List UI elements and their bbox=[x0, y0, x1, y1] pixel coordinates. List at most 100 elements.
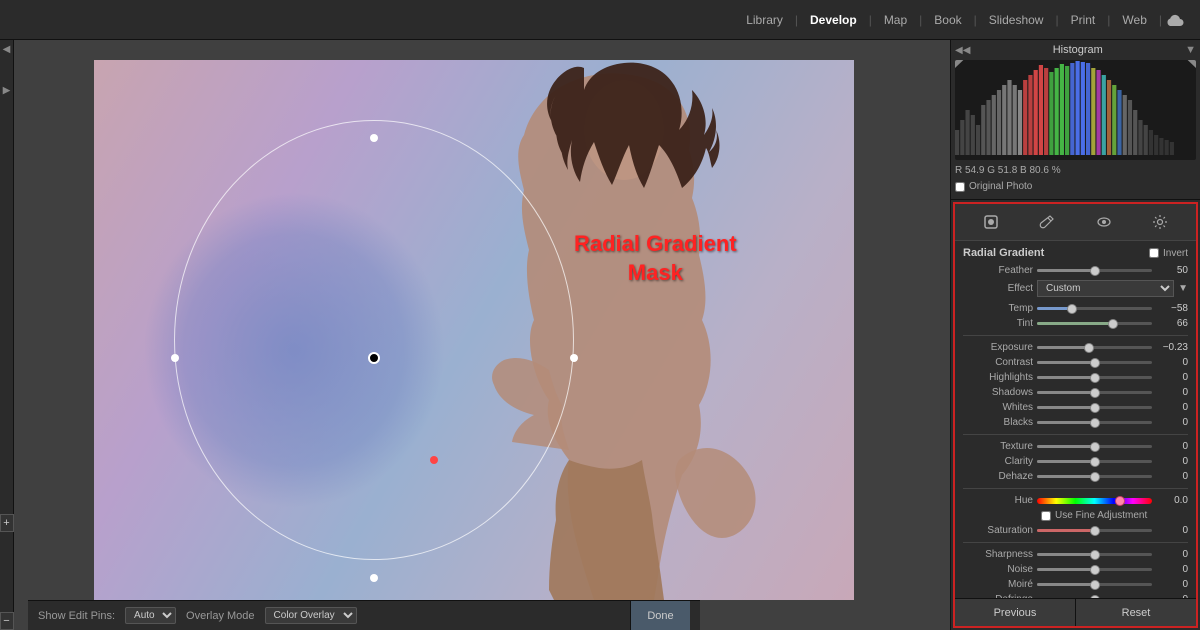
blacks-slider[interactable] bbox=[1037, 421, 1152, 424]
effect-arrow[interactable]: ▼ bbox=[1178, 283, 1188, 294]
histogram-section: ◀◀ Histogram ▼ bbox=[951, 40, 1200, 200]
noise-slider[interactable] bbox=[1037, 568, 1152, 571]
dehaze-label: Dehaze bbox=[963, 471, 1033, 482]
temp-value: −58 bbox=[1156, 303, 1188, 314]
eye-tool-btn[interactable] bbox=[1092, 210, 1116, 234]
nav-library[interactable]: Library bbox=[738, 9, 791, 31]
highlights-label: Highlights bbox=[963, 372, 1033, 383]
bottom-bar: Show Edit Pins: Auto Overlay Mode Color … bbox=[28, 600, 700, 630]
sharpness-slider[interactable] bbox=[1037, 553, 1152, 556]
show-edit-pins-dropdown[interactable]: Auto bbox=[125, 607, 176, 624]
blacks-value: 0 bbox=[1156, 417, 1188, 428]
contrast-row: Contrast 0 bbox=[963, 357, 1188, 368]
brush-tool-btn[interactable] bbox=[1035, 210, 1059, 234]
sharpness-value: 0 bbox=[1156, 549, 1188, 560]
divider-4 bbox=[963, 542, 1188, 543]
histogram-menu[interactable]: ▼ bbox=[1185, 44, 1196, 56]
right-panel-inner: Radial Gradient Invert Feather 50 bbox=[953, 202, 1198, 628]
whites-slider[interactable] bbox=[1037, 406, 1152, 409]
moire-slider[interactable] bbox=[1037, 583, 1152, 586]
effect-label: Effect bbox=[963, 283, 1033, 294]
gear-tool-btn[interactable] bbox=[1148, 210, 1172, 234]
nav-print[interactable]: Print bbox=[1063, 9, 1104, 31]
nav-book[interactable]: Book bbox=[926, 9, 969, 31]
ctrl-point-right[interactable] bbox=[570, 354, 578, 362]
divider-2 bbox=[963, 434, 1188, 435]
clarity-value: 0 bbox=[1156, 456, 1188, 467]
invert-label[interactable]: Invert bbox=[1163, 248, 1188, 259]
invert-checkbox[interactable] bbox=[1149, 248, 1159, 258]
collapse-left-arrow[interactable]: ◀ bbox=[3, 44, 11, 55]
original-photo-checkbox[interactable] bbox=[955, 182, 965, 192]
exposure-value: −0.23 bbox=[1156, 342, 1188, 353]
nav-develop[interactable]: Develop bbox=[802, 9, 865, 31]
moire-value: 0 bbox=[1156, 579, 1188, 590]
histogram-canvas bbox=[955, 60, 1196, 160]
fine-adjustment-label[interactable]: Use Fine Adjustment bbox=[1055, 510, 1147, 521]
zoom-out-btn[interactable]: − bbox=[0, 612, 14, 630]
ctrl-point-rotate[interactable] bbox=[430, 456, 438, 464]
highlights-value: 0 bbox=[1156, 372, 1188, 383]
whites-value: 0 bbox=[1156, 402, 1188, 413]
top-navigation: Library | Develop | Map | Book | Slidesh… bbox=[0, 0, 1200, 40]
zoom-in-btn[interactable]: + bbox=[0, 514, 14, 532]
dehaze-slider[interactable] bbox=[1037, 475, 1152, 478]
saturation-value: 0 bbox=[1156, 525, 1188, 536]
ctrl-point-top[interactable] bbox=[370, 134, 378, 142]
cloud-icon[interactable] bbox=[1166, 11, 1184, 29]
exposure-slider[interactable] bbox=[1037, 346, 1152, 349]
shadows-label: Shadows bbox=[963, 387, 1033, 398]
hue-value: 0.0 bbox=[1156, 495, 1188, 506]
nav-map[interactable]: Map bbox=[876, 9, 915, 31]
contrast-label: Contrast bbox=[963, 357, 1033, 368]
contrast-slider[interactable] bbox=[1037, 361, 1152, 364]
effect-row: Effect Custom ▼ bbox=[963, 280, 1188, 297]
temp-slider[interactable] bbox=[1037, 307, 1152, 310]
texture-row: Texture 0 bbox=[963, 441, 1188, 452]
texture-slider[interactable] bbox=[1037, 445, 1152, 448]
divider-3 bbox=[963, 488, 1188, 489]
mask-label: Radial Gradient Mask bbox=[574, 230, 737, 287]
overlay-mode-label: Overlay Mode bbox=[186, 610, 254, 622]
panel-collapse-arrows[interactable]: ◀◀ bbox=[955, 45, 970, 56]
whites-row: Whites 0 bbox=[963, 402, 1188, 413]
ctrl-point-left[interactable] bbox=[171, 354, 179, 362]
texture-label: Texture bbox=[963, 441, 1033, 452]
highlights-row: Highlights 0 bbox=[963, 372, 1188, 383]
moire-row: Moiré 0 bbox=[963, 579, 1188, 590]
main-layout: ◀ ◀ + − bbox=[0, 40, 1200, 630]
shadows-slider[interactable] bbox=[1037, 391, 1152, 394]
clarity-slider[interactable] bbox=[1037, 460, 1152, 463]
saturation-slider[interactable] bbox=[1037, 529, 1152, 532]
canvas-area: Radial Gradient Mask Show Edit Pins: Aut… bbox=[14, 40, 950, 630]
ctrl-point-bottom[interactable] bbox=[370, 574, 378, 582]
highlights-slider[interactable] bbox=[1037, 376, 1152, 379]
previous-button[interactable]: Previous bbox=[955, 599, 1076, 626]
mask-tool-btn[interactable] bbox=[979, 210, 1003, 234]
hue-row: Hue 0.0 bbox=[963, 495, 1188, 506]
original-photo-label: Original Photo bbox=[969, 181, 1032, 192]
exposure-row: Exposure −0.23 bbox=[963, 342, 1188, 353]
histogram-stats: R 54.9 G 51.8 B 80.6 % bbox=[955, 163, 1196, 178]
overlay-mode-dropdown[interactable]: Color Overlay bbox=[265, 607, 357, 624]
histogram-svg bbox=[955, 60, 1196, 155]
nav-slideshow[interactable]: Slideshow bbox=[981, 9, 1052, 31]
temp-label: Temp bbox=[963, 303, 1033, 314]
ctrl-point-center[interactable] bbox=[368, 352, 380, 364]
hue-slider[interactable] bbox=[1037, 498, 1152, 504]
radial-gradient-title: Radial Gradient bbox=[963, 247, 1044, 259]
noise-row: Noise 0 bbox=[963, 564, 1188, 575]
fine-adjustment-checkbox[interactable] bbox=[1041, 511, 1051, 521]
radial-gradient-controls: Radial Gradient Invert Feather 50 bbox=[955, 241, 1196, 598]
nav-web[interactable]: Web bbox=[1114, 9, 1154, 31]
noise-label: Noise bbox=[963, 564, 1033, 575]
feather-slider[interactable] bbox=[1037, 269, 1152, 272]
left-sidebar: ◀ ◀ + − bbox=[0, 40, 14, 630]
reset-button[interactable]: Reset bbox=[1076, 599, 1196, 626]
exposure-label: Exposure bbox=[963, 342, 1033, 353]
done-button[interactable]: Done bbox=[630, 601, 690, 630]
contrast-value: 0 bbox=[1156, 357, 1188, 368]
tint-slider[interactable] bbox=[1037, 322, 1152, 325]
effect-dropdown[interactable]: Custom bbox=[1037, 280, 1174, 297]
feather-value: 50 bbox=[1156, 265, 1188, 276]
